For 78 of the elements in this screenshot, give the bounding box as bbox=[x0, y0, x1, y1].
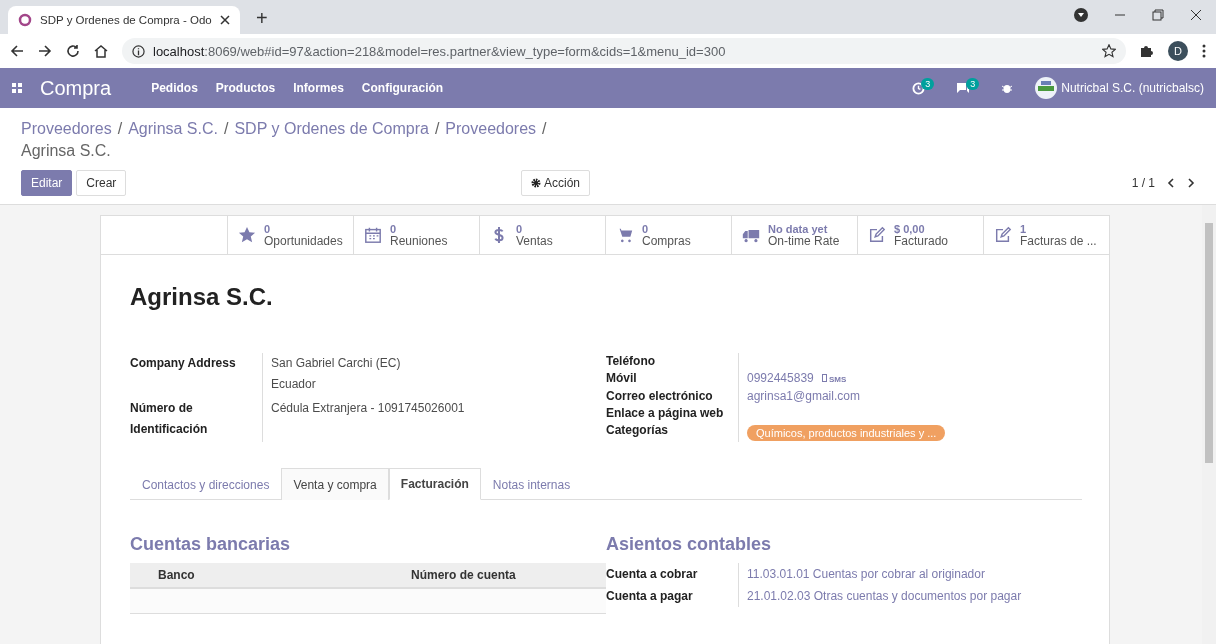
phone-icon bbox=[821, 374, 827, 382]
home-icon[interactable] bbox=[94, 44, 108, 58]
apps-icon[interactable] bbox=[12, 83, 22, 93]
restore-icon[interactable] bbox=[1152, 9, 1164, 21]
breadcrumb[interactable]: Agrinsa S.C. bbox=[128, 120, 218, 138]
breadcrumb[interactable]: Proveedores bbox=[21, 120, 112, 138]
activity-badge: 3 bbox=[921, 78, 935, 90]
field-label: Número de Identificación bbox=[130, 397, 263, 442]
company-logo bbox=[1035, 77, 1058, 99]
field-label: Teléfono bbox=[606, 353, 739, 370]
back-icon[interactable] bbox=[10, 44, 24, 58]
menu-item[interactable]: Informes bbox=[293, 81, 344, 95]
previous-icon[interactable] bbox=[1167, 178, 1175, 188]
next-icon[interactable] bbox=[1187, 178, 1195, 188]
message-badge: 3 bbox=[966, 78, 980, 90]
field-label: Móvil bbox=[606, 370, 739, 388]
category-tag: Químicos, productos industriales y ... bbox=[747, 425, 946, 441]
menu-item[interactable]: Configuración bbox=[361, 81, 444, 95]
breadcrumb-separator: / bbox=[224, 120, 229, 138]
create-button[interactable]: Crear bbox=[76, 170, 127, 196]
user-name[interactable]: Nutricbal S.C. (nutricbalsc) bbox=[1061, 81, 1204, 95]
app-name[interactable]: Compra bbox=[40, 76, 112, 100]
pager-value: 1 / 1 bbox=[1131, 176, 1155, 190]
menu-item[interactable]: Pedidos bbox=[151, 81, 198, 95]
calendar-icon bbox=[364, 226, 382, 244]
field-label: Cuenta a pagar bbox=[606, 585, 739, 607]
breadcrumb[interactable]: SDP y Ordenes de Compra bbox=[234, 120, 429, 138]
gear-icon bbox=[531, 178, 541, 188]
bug-icon[interactable] bbox=[1001, 82, 1014, 94]
menu-item[interactable]: Productos bbox=[215, 81, 276, 95]
new-tab-button[interactable]: + bbox=[256, 7, 268, 30]
field-value: Cédula Extranjera - 1091745026001 bbox=[270, 399, 466, 417]
sms-link[interactable]: SMS bbox=[821, 375, 847, 384]
section-heading: Asientos contables bbox=[606, 534, 773, 555]
star-icon[interactable] bbox=[1102, 44, 1116, 58]
field-value: San Gabriel Carchi (EC) bbox=[270, 355, 402, 372]
close-icon[interactable] bbox=[220, 15, 230, 25]
edit-button[interactable]: Editar bbox=[21, 170, 73, 196]
star-icon bbox=[238, 226, 256, 244]
breadcrumb-separator: / bbox=[542, 120, 547, 138]
field-label: Categorías bbox=[606, 422, 739, 442]
forward-icon[interactable] bbox=[38, 44, 52, 58]
column-header[interactable]: Número de cuenta bbox=[411, 568, 606, 582]
edit-icon bbox=[994, 226, 1012, 244]
action-button[interactable]: Acción bbox=[521, 170, 591, 196]
site-icon bbox=[18, 13, 32, 27]
edit-icon bbox=[868, 226, 886, 244]
field-link[interactable]: 0992445839 bbox=[747, 371, 814, 385]
puzzle-icon[interactable] bbox=[1140, 44, 1154, 58]
clock-icon[interactable] bbox=[912, 81, 926, 95]
address-bar[interactable]: localhost:8069/web#id=97&action=218&model=res.partner&view_type=form&cids=1&menu_id=300 bbox=[122, 38, 1126, 64]
browser-tab[interactable]: SDP y Ordenes de Compra - Odo bbox=[8, 6, 240, 34]
breadcrumb: Agrinsa S.C. bbox=[21, 142, 111, 160]
info-icon bbox=[132, 44, 145, 58]
field-label: Company Address bbox=[130, 353, 263, 398]
breadcrumb-separator: / bbox=[117, 120, 123, 138]
field-label: Cuenta a cobrar bbox=[606, 563, 739, 585]
field-link[interactable]: 21.01.02.03 Otras cuentas y documentos por pagar bbox=[739, 585, 1022, 607]
notebook-tab[interactable]: Venta y compra bbox=[281, 468, 389, 500]
field-value: Ecuador bbox=[270, 376, 317, 393]
account-icon[interactable] bbox=[1074, 8, 1088, 22]
field-label: Correo electrónico bbox=[606, 388, 739, 405]
record-title: Agrinsa S.C. bbox=[130, 283, 274, 311]
chat-icon[interactable] bbox=[956, 82, 971, 94]
notebook-tab[interactable]: Facturación bbox=[388, 468, 481, 500]
field-link[interactable]: agrinsa1@gmail.com bbox=[747, 389, 860, 403]
field-label: Enlace a página web bbox=[606, 405, 739, 422]
column-header[interactable]: Banco bbox=[158, 568, 411, 582]
field-link[interactable]: 11.03.01.01 Cuentas por cobrar al originador bbox=[739, 563, 1022, 585]
breadcrumb[interactable]: Proveedores bbox=[445, 120, 537, 138]
breadcrumb-separator: / bbox=[434, 120, 440, 138]
reload-icon[interactable] bbox=[66, 44, 80, 58]
close-icon[interactable] bbox=[1190, 9, 1202, 21]
notebook-tab[interactable]: Contactos y direcciones bbox=[130, 468, 282, 500]
more-icon[interactable] bbox=[1202, 44, 1206, 58]
notebook-tab[interactable]: Notas internas bbox=[480, 468, 583, 500]
section-heading: Cuentas bancarias bbox=[130, 534, 292, 555]
profile-avatar[interactable]: D bbox=[1168, 41, 1188, 61]
